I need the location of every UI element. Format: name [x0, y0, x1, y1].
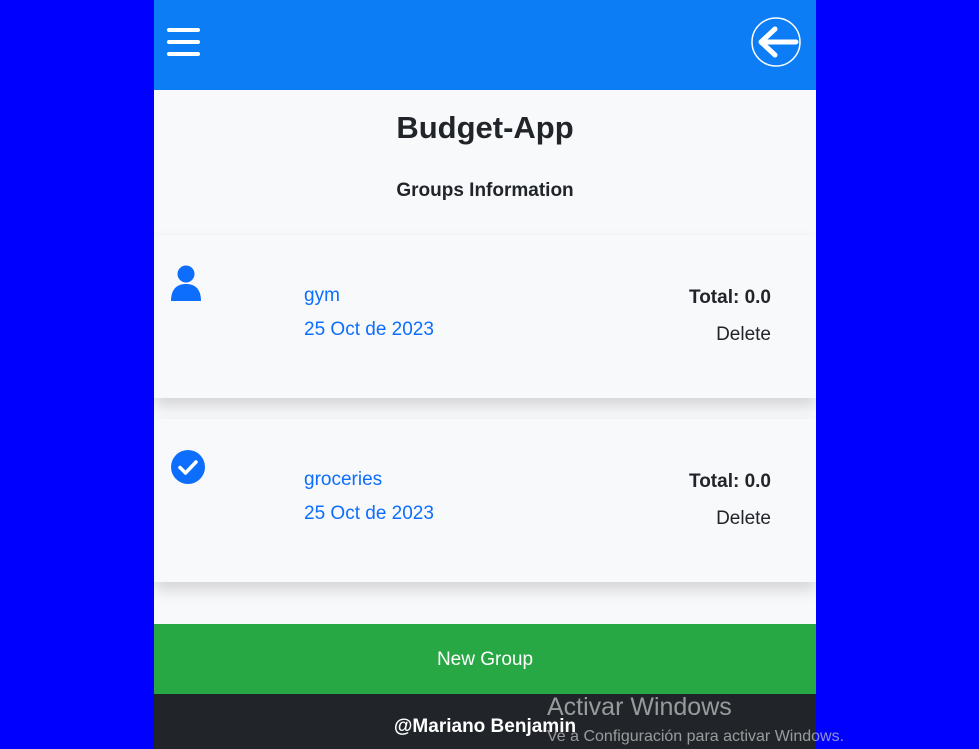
- top-navbar: [154, 0, 816, 90]
- main-content: Budget-App Groups Information gym 25 Oct…: [154, 90, 816, 624]
- group-name[interactable]: gym: [304, 285, 340, 307]
- group-date[interactable]: 25 Oct de 2023: [304, 319, 434, 341]
- group-total: Total: 0.0: [689, 287, 771, 308]
- group-total: Total: 0.0: [689, 471, 771, 492]
- delete-group-button[interactable]: Delete: [716, 324, 771, 346]
- app-frame: Budget-App Groups Information gym 25 Oct…: [154, 0, 816, 749]
- hamburger-menu-icon[interactable]: [167, 26, 201, 56]
- windows-activation-watermark-subtitle: Ve a Configuración para activar Windows.: [547, 728, 845, 745]
- group-name[interactable]: groceries: [304, 469, 382, 491]
- arrow-left-circle-icon[interactable]: [751, 15, 802, 70]
- windows-activation-watermark-title: Activar Windows: [547, 693, 732, 721]
- group-card[interactable]: groceries 25 Oct de 2023 Total: 0.0 Dele…: [154, 419, 816, 582]
- page-title: Budget-App: [396, 110, 574, 145]
- group-card[interactable]: gym 25 Oct de 2023 Total: 0.0 Delete: [154, 235, 816, 398]
- delete-group-button[interactable]: Delete: [716, 508, 771, 530]
- page-subtitle: Groups Information: [396, 180, 574, 201]
- group-date[interactable]: 25 Oct de 2023: [304, 503, 434, 525]
- new-group-button[interactable]: New Group: [154, 624, 816, 694]
- user-icon: [170, 265, 204, 301]
- check-circle-icon: [170, 449, 205, 485]
